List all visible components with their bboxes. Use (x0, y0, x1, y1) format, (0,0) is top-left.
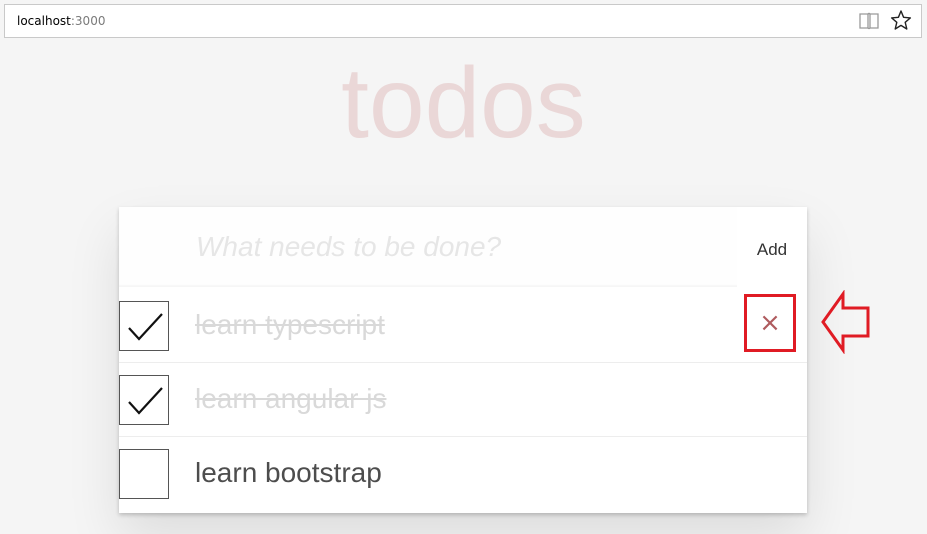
todo-item[interactable]: learn angular js (119, 363, 807, 437)
url-host: localhost (17, 14, 71, 28)
todo-label[interactable]: learn bootstrap (195, 457, 382, 489)
todo-item[interactable]: learn bootstrap (119, 437, 807, 511)
app-title: todos (341, 47, 586, 159)
todo-label[interactable]: learn angular js (195, 383, 386, 415)
todo-app-card: Add learn typescript × learn angular js (119, 207, 807, 513)
todo-toggle-checkbox[interactable] (119, 449, 169, 499)
url-port: :3000 (70, 14, 106, 28)
todo-toggle-checkbox[interactable] (119, 375, 169, 425)
todo-item[interactable]: learn typescript × (119, 289, 807, 363)
todo-list: learn typescript × learn angular js lear… (119, 289, 807, 511)
address-bar[interactable]: localhost:3000 (4, 4, 922, 38)
new-todo-input[interactable] (119, 207, 737, 287)
reading-view-icon[interactable] (858, 11, 880, 31)
add-button[interactable]: Add (737, 207, 807, 293)
checkmark-icon (128, 387, 163, 415)
delete-todo-button[interactable]: × (744, 294, 796, 352)
new-todo-row: Add (119, 207, 807, 293)
left-arrow-icon (821, 290, 870, 354)
url-text[interactable]: localhost:3000 (17, 14, 105, 28)
todo-toggle-checkbox[interactable] (119, 301, 169, 351)
todo-label[interactable]: learn typescript (195, 309, 385, 341)
close-icon: × (759, 308, 781, 338)
checkmark-icon (128, 313, 163, 341)
favorite-star-icon[interactable] (890, 9, 912, 31)
